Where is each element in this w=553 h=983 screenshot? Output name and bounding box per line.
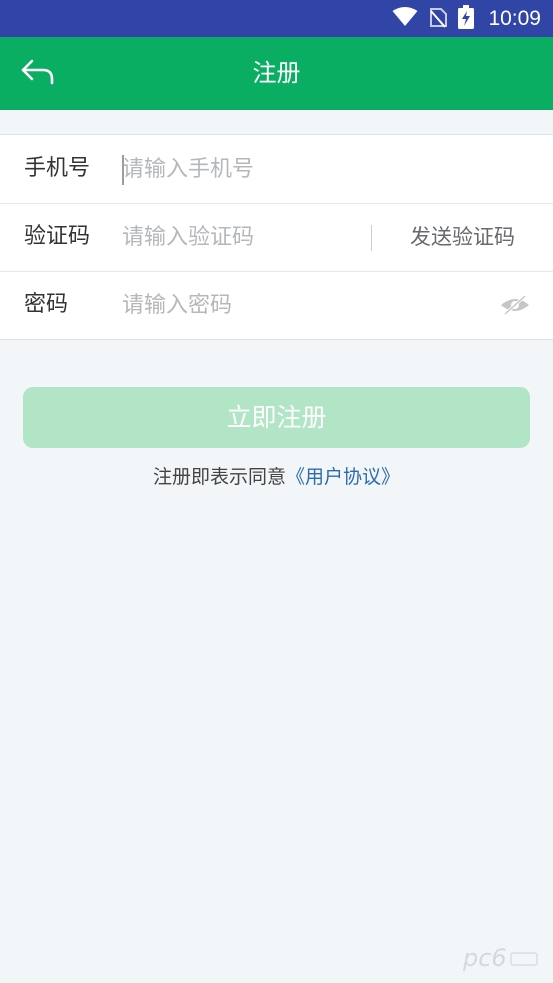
status-icons: 10:09 bbox=[392, 0, 541, 37]
phone-label: 手机号 bbox=[24, 156, 91, 181]
phone-row: 手机号 bbox=[0, 135, 553, 203]
wifi-icon bbox=[392, 6, 418, 31]
no-sim-icon bbox=[428, 6, 448, 32]
text-cursor bbox=[122, 155, 124, 185]
vertical-divider bbox=[371, 225, 372, 251]
agreement-text: 注册即表示同意《用户协议》 bbox=[0, 462, 553, 489]
svg-text:pc6: pc6 bbox=[462, 944, 507, 972]
phone-input[interactable] bbox=[122, 149, 522, 189]
battery-charging-icon bbox=[458, 4, 475, 33]
send-code-button[interactable]: 发送验证码 bbox=[410, 203, 515, 271]
agreement-prefix: 注册即表示同意 bbox=[152, 466, 286, 488]
status-time: 10:09 bbox=[488, 6, 541, 30]
code-row: 验证码 发送验证码 bbox=[0, 203, 553, 271]
eye-hidden-icon[interactable] bbox=[499, 293, 531, 317]
register-button[interactable]: 立即注册 bbox=[23, 387, 530, 448]
password-label: 密码 bbox=[24, 292, 69, 317]
password-input[interactable] bbox=[122, 285, 482, 325]
app-bar: 注册 bbox=[0, 37, 553, 110]
status-bar: 10:09 bbox=[0, 0, 553, 37]
page-title: 注册 bbox=[252, 59, 301, 87]
register-form: 手机号 验证码 发送验证码 密码 bbox=[0, 134, 553, 340]
code-label: 验证码 bbox=[24, 224, 91, 249]
watermark-logo: pc6 bbox=[461, 939, 541, 973]
user-agreement-link[interactable]: 《用户协议》 bbox=[286, 466, 400, 488]
password-row: 密码 bbox=[0, 271, 553, 339]
code-input[interactable] bbox=[122, 217, 362, 257]
